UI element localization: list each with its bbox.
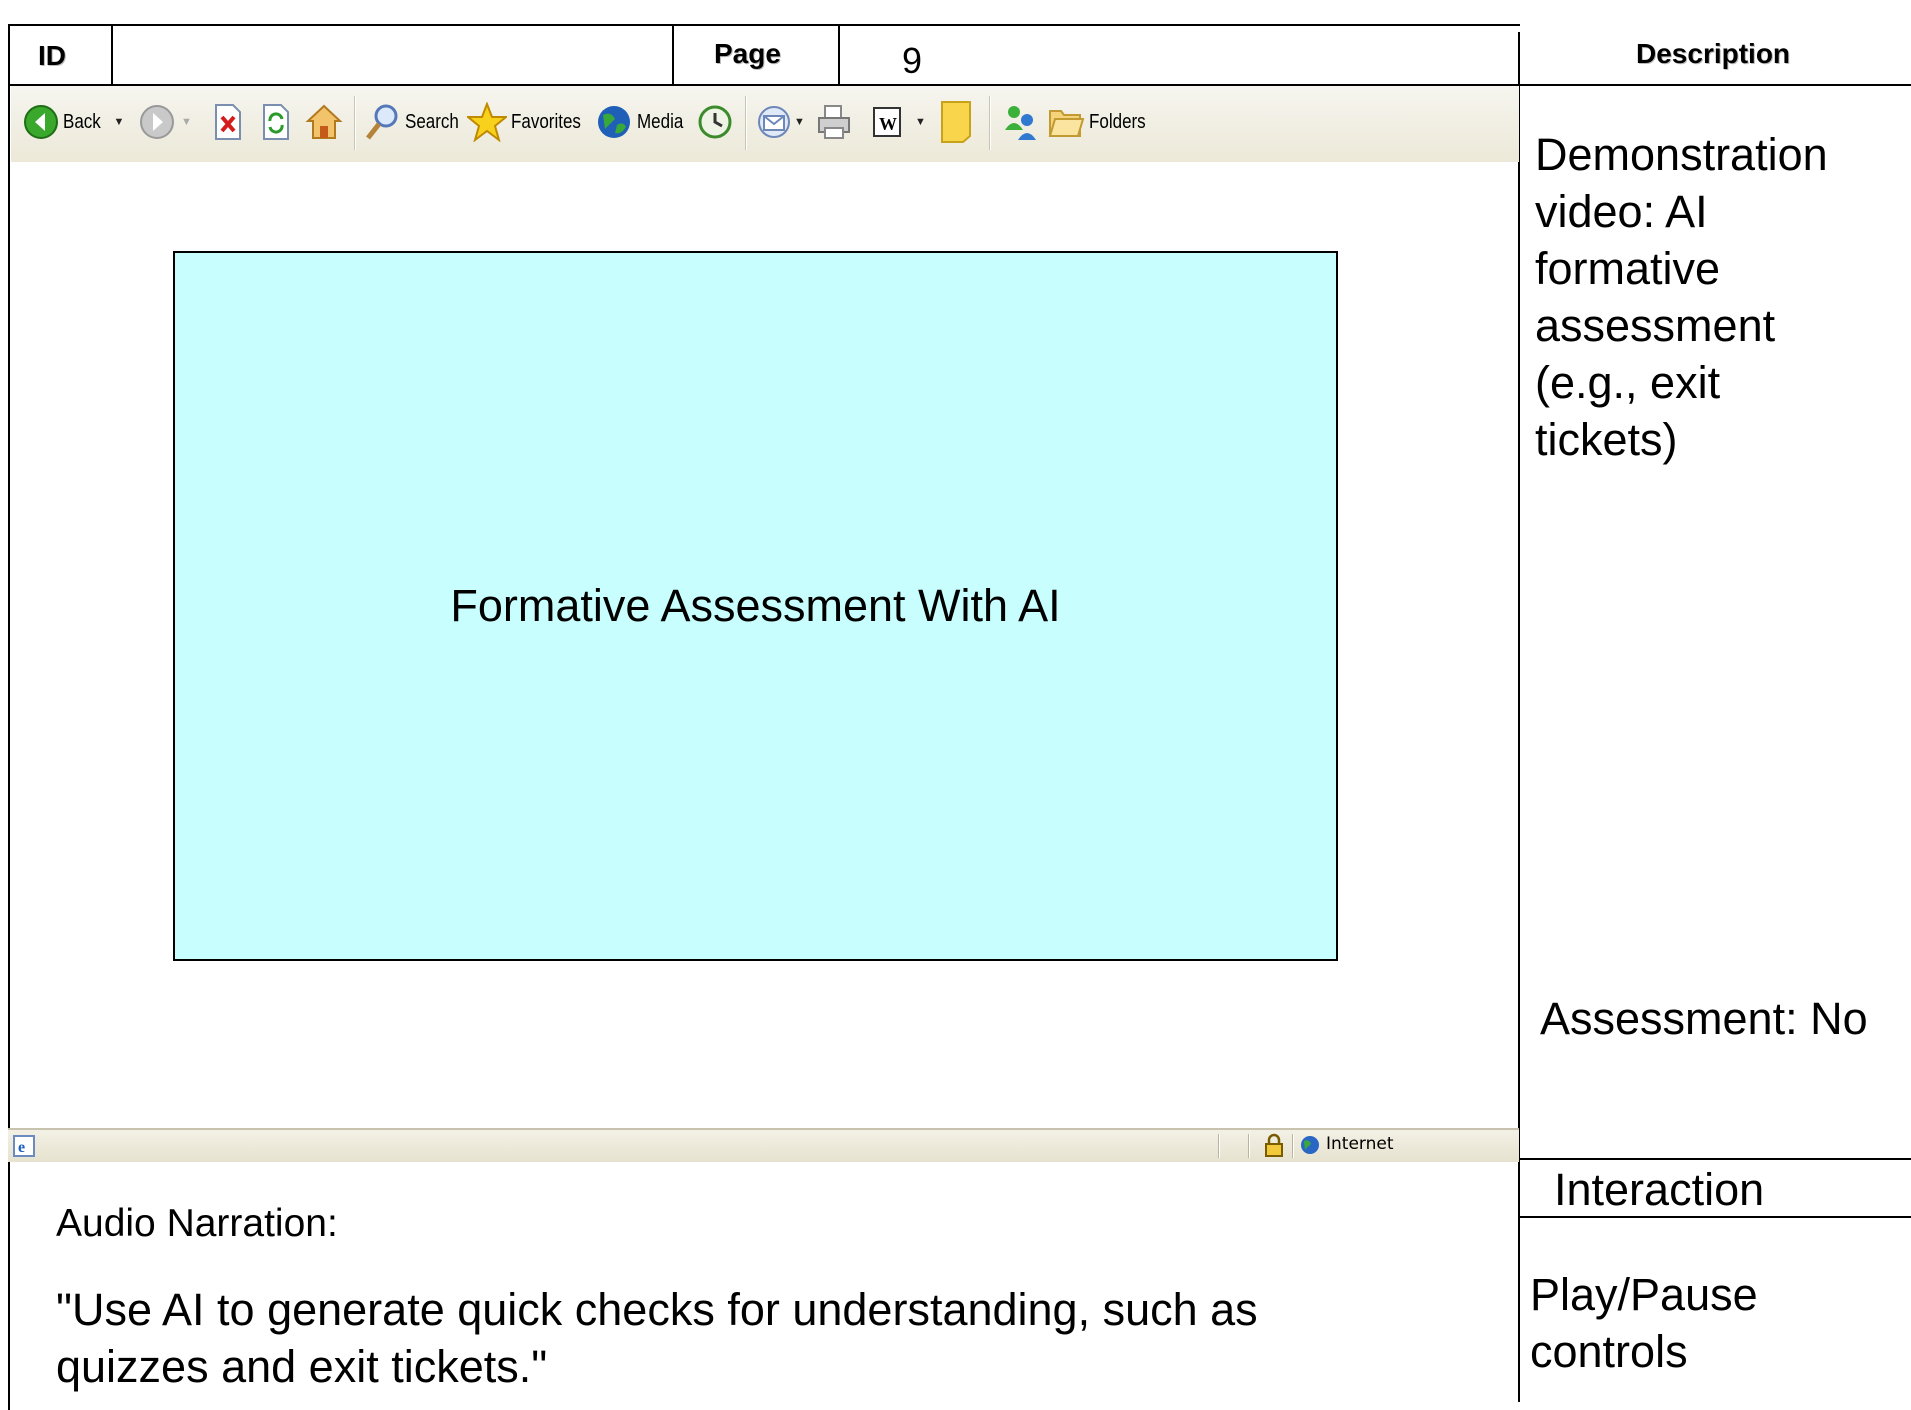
top-border <box>8 24 1520 26</box>
print-button[interactable] <box>815 100 853 144</box>
mail-button[interactable]: ▼ <box>755 100 805 144</box>
forward-arrow-icon <box>140 105 174 139</box>
slide-title: Formative Assessment With AI <box>450 580 1061 631</box>
media-label: Media <box>637 110 684 133</box>
page-label-divider-left <box>672 24 674 84</box>
stop-button[interactable] <box>213 100 243 144</box>
favorites-label: Favorites <box>511 110 581 133</box>
note-icon <box>941 101 971 143</box>
page-label-divider-right <box>838 24 840 84</box>
interaction-top-border <box>1520 1158 1911 1160</box>
id-divider <box>111 24 113 84</box>
stop-icon <box>215 104 241 140</box>
media-button[interactable]: Media <box>595 100 691 144</box>
ie-page-icon: e <box>13 1135 35 1157</box>
back-arrow-icon <box>24 105 58 139</box>
edit-dropdown-icon[interactable]: ▼ <box>915 116 926 128</box>
description-label: Description <box>1636 38 1791 69</box>
audio-narration-label: Audio Narration: <box>56 1202 338 1245</box>
back-dropdown-icon[interactable]: ▼ <box>113 116 124 128</box>
word-edit-icon: W <box>873 107 901 137</box>
page-number: 9 <box>902 40 923 81</box>
id-label: ID <box>38 40 66 71</box>
browser-statusbar: e Internet <box>8 1128 1519 1162</box>
mail-dropdown-icon[interactable]: ▼ <box>794 116 805 128</box>
toolbar-separator <box>745 96 747 150</box>
page-label: Page <box>714 38 781 69</box>
interaction-label-bottom-border <box>1520 1216 1911 1218</box>
audio-narration-text: "Use AI to generate quick checks for und… <box>56 1284 1258 1392</box>
forward-button[interactable]: ▼ <box>139 100 192 144</box>
printer-icon <box>818 105 850 139</box>
back-button[interactable]: Back ▼ <box>23 100 124 144</box>
refresh-icon <box>263 104 289 140</box>
search-label: Search <box>405 110 459 133</box>
media-globe-icon <box>598 106 630 138</box>
folder-icon <box>1048 110 1085 137</box>
folders-label: Folders <box>1089 110 1146 133</box>
edit-button[interactable]: W ▼ <box>871 100 926 144</box>
left-border <box>8 24 10 1410</box>
home-button[interactable] <box>305 100 343 144</box>
slide-preview: Formative Assessment With AI <box>173 251 1338 961</box>
statusbar-divider <box>1292 1134 1294 1158</box>
back-label: Back <box>63 110 101 133</box>
interaction-value: Play/Pause controls <box>1530 1269 1758 1377</box>
favorites-button[interactable]: Favorites <box>467 100 593 144</box>
search-icon <box>366 104 398 140</box>
messenger-people-icon <box>1005 106 1036 140</box>
history-button[interactable] <box>696 100 734 144</box>
right-column-divider <box>1518 32 1520 1402</box>
history-clock-icon <box>698 105 732 139</box>
forward-dropdown-icon[interactable]: ▼ <box>181 116 192 128</box>
toolbar-separator <box>354 96 356 150</box>
search-button[interactable]: Search <box>363 100 468 144</box>
lock-icon <box>1265 1133 1283 1157</box>
browser-toolbar: Back ▼ ▼ Search Favorites Media ▼ W ▼ Fo… <box>11 86 1519 162</box>
svg-text:e: e <box>18 1139 25 1156</box>
toolbar-separator <box>989 96 991 150</box>
assessment-status: Assessment: No <box>1540 993 1868 1044</box>
statusbar-divider <box>1218 1134 1220 1158</box>
home-icon <box>305 104 343 139</box>
statusbar-divider <box>1248 1134 1250 1158</box>
internet-globe-icon <box>1301 1136 1319 1154</box>
discuss-button[interactable] <box>939 100 973 144</box>
folders-button[interactable]: Folders <box>1047 100 1156 144</box>
svg-text:W: W <box>879 114 897 134</box>
security-zone-label: Internet <box>1326 1134 1394 1154</box>
favorites-star-icon <box>467 102 507 142</box>
interaction-label: Interaction <box>1554 1164 1765 1215</box>
description-text: Demonstration video: AI formative assess… <box>1535 129 1828 465</box>
refresh-button[interactable] <box>261 100 291 144</box>
messenger-button[interactable] <box>1001 100 1039 144</box>
mail-envelope-icon <box>758 106 790 138</box>
